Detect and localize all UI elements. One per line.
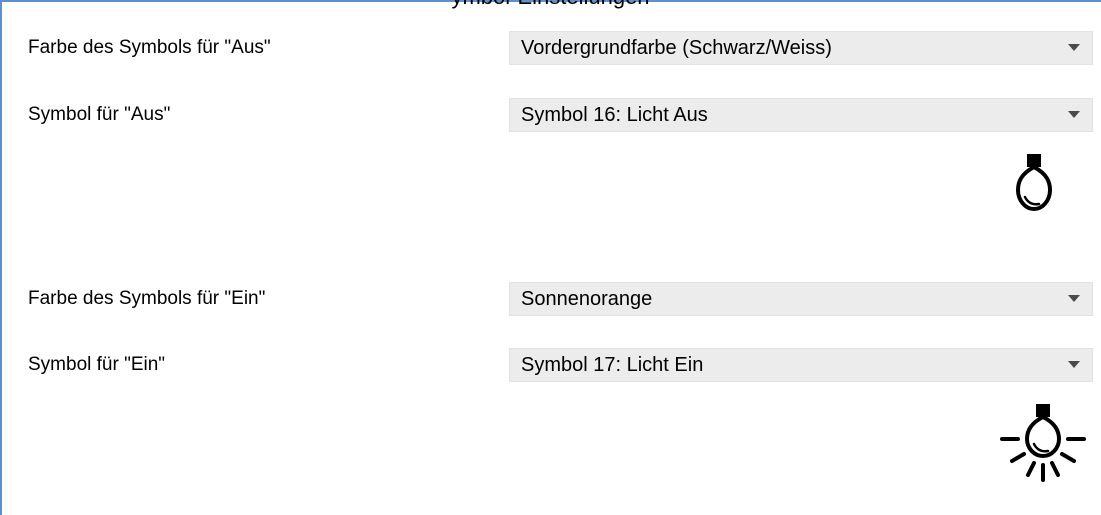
off-symbol-dropdown[interactable]: Symbol 16: Licht Aus [509,98,1093,132]
chevron-down-icon [1068,44,1080,51]
setting-label-on-color: Farbe des Symbols für "Ein" [28,288,266,309]
section-title: ymbol-Einstellungen [0,0,1101,10]
off-color-dropdown[interactable]: Vordergrundfarbe (Schwarz/Weiss) [509,31,1093,65]
chevron-down-icon [1068,111,1080,118]
panel-left-border [0,0,2,515]
parameter-panel: ymbol-Einstellungen Farbe des Symbols fü… [0,0,1101,515]
on-color-selected-value: Sonnenorange [521,288,653,310]
chevron-down-icon [1068,295,1080,302]
off-color-selected-value: Vordergrundfarbe (Schwarz/Weiss) [521,37,832,59]
setting-row-off-symbol: Symbol für "Aus" Symbol 16: Licht Aus [0,98,1101,132]
setting-label-off-color: Farbe des Symbols für "Aus" [28,37,271,58]
setting-row-on-color: Farbe des Symbols für "Ein" Sonnenorange [0,282,1101,316]
setting-label-off-symbol: Symbol für "Aus" [28,104,171,125]
chevron-down-icon [1068,361,1080,368]
light-bulb-on-icon [1000,404,1086,482]
setting-row-on-symbol: Symbol für "Ein" Symbol 17: Licht Ein [0,348,1101,382]
off-symbol-selected-value: Symbol 16: Licht Aus [521,104,708,126]
on-symbol-selected-value: Symbol 17: Licht Ein [521,354,704,376]
setting-row-off-color: Farbe des Symbols für "Aus" Vordergrundf… [0,31,1101,65]
on-symbol-dropdown[interactable]: Symbol 17: Licht Ein [509,348,1093,382]
light-bulb-off-icon [1015,154,1053,212]
setting-label-on-symbol: Symbol für "Ein" [28,354,166,375]
on-color-dropdown[interactable]: Sonnenorange [509,282,1093,316]
